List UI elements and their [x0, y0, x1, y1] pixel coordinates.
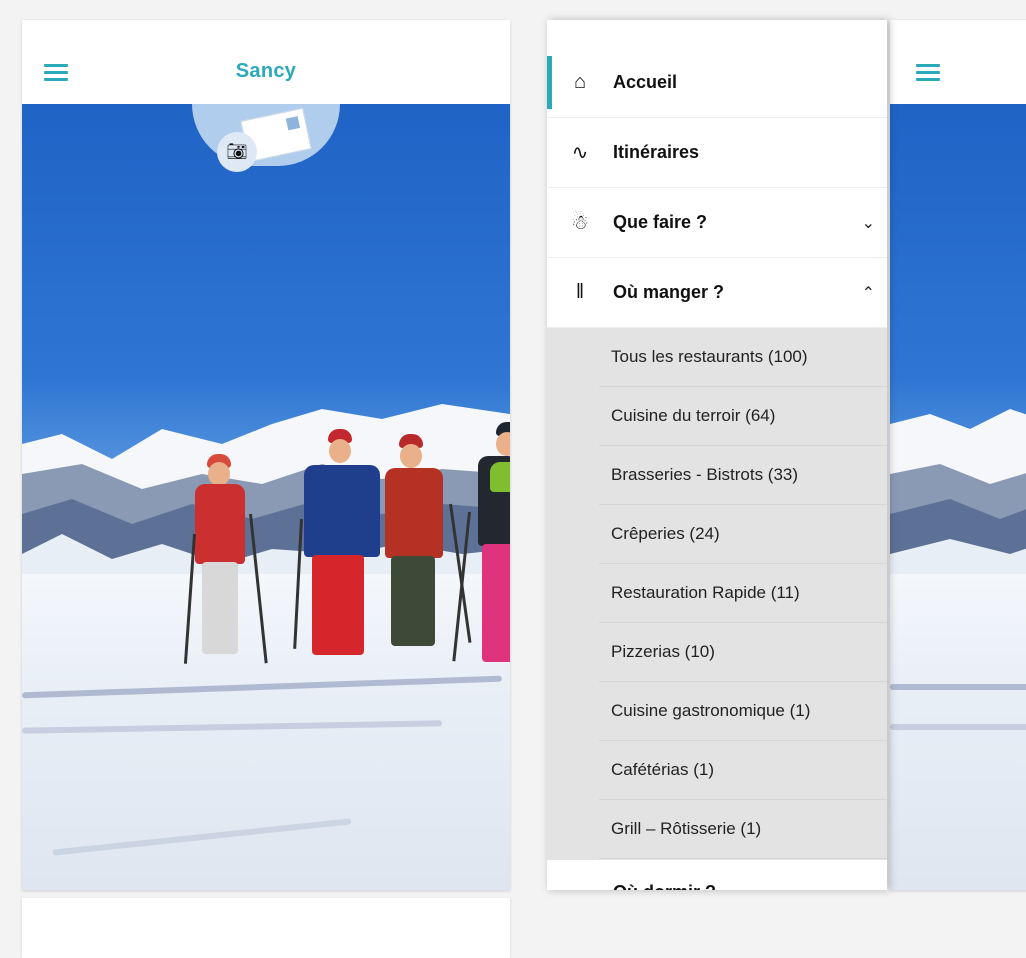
chevron-up-icon: ⌃ — [861, 285, 875, 302]
chevron-down-icon: ⌄ — [861, 215, 875, 232]
route-icon: ∿ — [571, 142, 589, 164]
snowfield — [890, 574, 1026, 890]
submenu-item[interactable]: Brasseries - Bistrots (33) — [599, 446, 887, 505]
submenu-item[interactable]: Cafétérias (1) — [599, 741, 887, 800]
app-bar — [890, 20, 1026, 104]
submenu-item[interactable]: Restauration Rapide (11) — [599, 564, 887, 623]
submenu-item[interactable]: Cuisine du terroir (64) — [599, 387, 887, 446]
menu-item-ou-dormir[interactable]: Où dormir ? ⌄ — [547, 860, 887, 890]
megaphone-icon: ☃ — [571, 212, 589, 234]
restaurant-submenu: Tous les restaurants (100) Cuisine du te… — [547, 328, 887, 860]
submenu-item[interactable]: Crêperies (24) — [599, 505, 887, 564]
home-card-peek — [22, 898, 510, 958]
menu-item-ou-manger[interactable]: ‖ Où manger ? ⌃ — [547, 258, 887, 328]
submenu-item[interactable]: Cuisine gastronomique (1) — [599, 682, 887, 741]
chevron-down-icon: ⌄ — [862, 880, 875, 890]
app-title: Sancy — [235, 60, 297, 82]
hero-image — [890, 104, 1026, 890]
menu-item-accueil[interactable]: ⌂ Accueil — [547, 48, 887, 118]
submenu-item[interactable]: Grill – Rôtisserie (1) — [599, 800, 887, 859]
hero-image — [22, 104, 510, 890]
app-bar: Sancy — [22, 20, 510, 104]
submenu-item[interactable]: Tous les restaurants (100) — [599, 328, 887, 387]
home-icon: ⌂ — [573, 71, 587, 93]
submenu-item[interactable]: Pizzerias (10) — [599, 623, 887, 682]
camera-icon[interactable]: 📷︎ — [217, 132, 257, 172]
menu-item-que-faire[interactable]: ☃ Que faire ? ⌄ — [547, 188, 887, 258]
menu-item-itineraires[interactable]: ∿ Itinéraires — [547, 118, 887, 188]
hamburger-menu-icon[interactable] — [916, 64, 940, 84]
navigation-drawer: ⌂ Accueil ∿ Itinéraires ☃ Que faire ? ⌄ … — [547, 20, 887, 890]
snowfield — [22, 574, 510, 890]
home-screen-partial — [890, 20, 1026, 890]
home-screen: Sancy 📷︎ — [22, 20, 510, 890]
fork-knife-icon: ‖ — [575, 281, 585, 303]
